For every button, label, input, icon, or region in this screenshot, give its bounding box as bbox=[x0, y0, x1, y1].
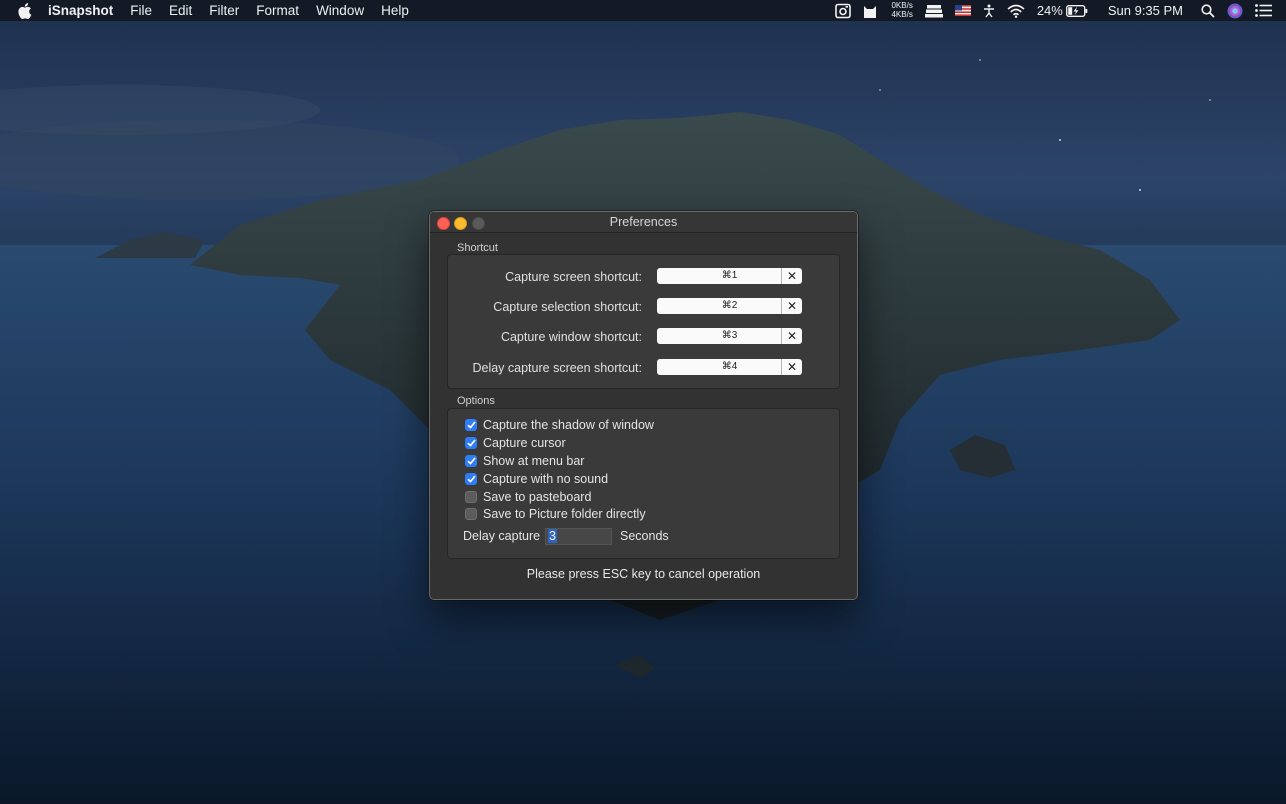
option-label: Save to Picture folder directly bbox=[483, 507, 646, 521]
shortcut-value[interactable]: ⌘4 bbox=[668, 359, 792, 375]
cat-icon[interactable] bbox=[863, 3, 877, 19]
shortcut-field-capture-screen[interactable]: ⌘1 ✕ bbox=[657, 268, 802, 284]
menu-bar: iSnapshot File Edit Filter Format Window… bbox=[0, 0, 1286, 21]
clear-shortcut-icon[interactable]: ✕ bbox=[782, 328, 802, 344]
battery-percent[interactable]: 24% bbox=[1037, 3, 1063, 18]
shortcut-group: Capture screen shortcut: ⌘1 ✕ Capture se… bbox=[447, 254, 840, 389]
window-title: Preferences bbox=[609, 215, 678, 229]
delay-capture-label: Delay capture bbox=[463, 529, 541, 543]
option-capture-no-sound[interactable]: Capture with no sound bbox=[465, 471, 608, 487]
menu-window[interactable]: Window bbox=[316, 3, 364, 18]
shortcut-field-delay-capture[interactable]: ⌘4 ✕ bbox=[657, 359, 802, 375]
apple-logo-icon[interactable] bbox=[18, 2, 34, 19]
notification-center-icon[interactable] bbox=[1255, 4, 1272, 17]
shortcut-field-capture-selection[interactable]: ⌘2 ✕ bbox=[657, 298, 802, 314]
option-label: Capture with no sound bbox=[483, 472, 609, 486]
menu-file[interactable]: File bbox=[130, 3, 152, 18]
checkbox-checked[interactable] bbox=[465, 473, 477, 485]
clock[interactable]: Sun 9:35 PM bbox=[1108, 3, 1183, 18]
menu-edit[interactable]: Edit bbox=[169, 3, 192, 18]
menu-help[interactable]: Help bbox=[381, 3, 409, 18]
network-speed[interactable]: 0KB/s 4KB/s bbox=[889, 1, 913, 19]
status-area: 0KB/s 4KB/s 24% Sun 9:35 PM bbox=[835, 0, 1286, 21]
camera-icon[interactable] bbox=[835, 3, 851, 19]
checkbox-checked[interactable] bbox=[465, 455, 477, 467]
wifi-icon[interactable] bbox=[1007, 4, 1025, 18]
option-save-picture-folder[interactable]: Save to Picture folder directly bbox=[465, 506, 646, 522]
options-section-label: Options bbox=[457, 395, 495, 407]
checkbox-checked[interactable] bbox=[465, 437, 477, 449]
delay-unit-label: Seconds bbox=[620, 529, 669, 543]
shortcut-label-capture-window: Capture window shortcut: bbox=[500, 330, 642, 344]
siri-icon[interactable] bbox=[1227, 3, 1243, 19]
option-label: Save to pasteboard bbox=[483, 490, 592, 504]
option-label: Show at menu bar bbox=[483, 454, 585, 468]
checkbox-unchecked[interactable] bbox=[465, 491, 477, 503]
option-capture-shadow[interactable]: Capture the shadow of window bbox=[465, 417, 654, 433]
shortcut-section-label: Shortcut bbox=[457, 242, 498, 254]
menu-filter[interactable]: Filter bbox=[209, 3, 239, 18]
accessibility-icon[interactable] bbox=[983, 4, 995, 18]
network-download: 4KB/s bbox=[891, 9, 913, 19]
option-label: Capture cursor bbox=[483, 436, 566, 450]
option-label: Capture the shadow of window bbox=[483, 418, 654, 432]
us-flag-icon[interactable] bbox=[954, 5, 971, 16]
options-group: Capture the shadow of window Capture cur… bbox=[447, 408, 840, 559]
checkbox-unchecked[interactable] bbox=[465, 508, 477, 520]
clear-shortcut-icon[interactable]: ✕ bbox=[782, 268, 802, 284]
shortcut-value[interactable]: ⌘2 bbox=[668, 298, 792, 314]
preferences-window: Preferences Shortcut Capture screen shor… bbox=[429, 211, 858, 600]
option-show-menu-bar[interactable]: Show at menu bar bbox=[465, 453, 584, 469]
clear-shortcut-icon[interactable]: ✕ bbox=[782, 359, 802, 375]
clear-shortcut-icon[interactable]: ✕ bbox=[782, 298, 802, 314]
option-capture-cursor[interactable]: Capture cursor bbox=[465, 435, 566, 451]
checkbox-checked[interactable] bbox=[465, 419, 477, 431]
shortcut-value[interactable]: ⌘3 bbox=[668, 328, 792, 344]
battery-charging-icon[interactable] bbox=[1065, 4, 1088, 17]
menu-app-name[interactable]: iSnapshot bbox=[48, 3, 113, 18]
shortcut-value[interactable]: ⌘1 bbox=[668, 268, 792, 284]
delay-seconds-input[interactable]: 3 bbox=[545, 528, 612, 545]
shortcut-label-capture-screen: Capture screen shortcut: bbox=[505, 270, 642, 284]
shortcut-label-delay-capture: Delay capture screen shortcut: bbox=[472, 361, 642, 375]
footer-hint: Please press ESC key to cancel operation bbox=[526, 567, 761, 581]
shortcut-field-capture-window[interactable]: ⌘3 ✕ bbox=[657, 328, 802, 344]
menu-format[interactable]: Format bbox=[256, 3, 299, 18]
delay-value[interactable]: 3 bbox=[548, 529, 557, 543]
drive-stack-icon[interactable] bbox=[924, 4, 943, 18]
spotlight-search-icon[interactable] bbox=[1201, 3, 1215, 18]
option-save-pasteboard[interactable]: Save to pasteboard bbox=[465, 489, 591, 505]
shortcut-label-capture-selection: Capture selection shortcut: bbox=[493, 300, 642, 314]
title-bar[interactable]: Preferences bbox=[430, 212, 857, 233]
